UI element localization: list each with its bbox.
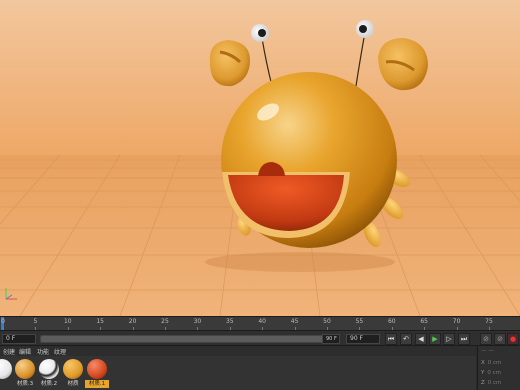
timeline-tick-label: 15 xyxy=(96,318,105,325)
play-button[interactable]: ▶ xyxy=(429,333,441,345)
menu-edit[interactable]: 编辑 xyxy=(19,347,31,356)
coord-y[interactable]: Y0 cm xyxy=(481,370,501,376)
material-ball xyxy=(87,359,107,379)
coord-z[interactable]: Z0 cm xyxy=(481,380,501,386)
menu-function[interactable]: 功能 xyxy=(37,347,49,356)
timeline-tick-label: 35 xyxy=(225,318,234,325)
timeline-tick-label: 25 xyxy=(161,318,169,325)
current-frame-field[interactable]: 0 F xyxy=(2,334,36,344)
material-menu-bar: 创建 编辑 功能 纹理 xyxy=(0,346,476,356)
crab-render xyxy=(0,0,520,316)
timeline-tick-label: 70 xyxy=(452,318,461,325)
timeline-tick-label: 0 xyxy=(1,318,5,325)
timeline-tick-label: 55 xyxy=(355,318,364,325)
material-swatch[interactable] xyxy=(0,359,14,390)
timeline-tick-label: 60 xyxy=(387,318,396,325)
menu-create[interactable]: 创建 xyxy=(3,347,15,356)
record-button[interactable]: ● xyxy=(507,333,519,345)
material-label: 材质.2 xyxy=(40,381,58,387)
range-slider[interactable] xyxy=(40,335,340,343)
material-ball xyxy=(39,359,59,379)
coord-header: — — xyxy=(481,348,494,354)
timeline-tick-label: 10 xyxy=(63,318,72,325)
prev-frame-button[interactable]: ◀ xyxy=(415,333,427,345)
transport-bar: 0 F 90 F 90 F ⏮ ↶ ◀ ▶ ▷ ⏭ ⊘ ⊘ ● xyxy=(0,330,520,346)
timeline-tick-label: 45 xyxy=(290,318,299,325)
axis-gizmo xyxy=(5,288,17,300)
menu-texture[interactable]: 纹理 xyxy=(54,347,66,356)
cinema4d-window: 0 5 10 15 20 25 30 35 40 45 50 55 60 65 70 75 0 F 90 F … xyxy=(0,0,520,390)
goto-start-button[interactable]: ⏮ xyxy=(385,333,397,345)
no-key-icon[interactable]: ⊘ xyxy=(494,333,506,345)
material-label: 材质 xyxy=(67,381,79,387)
prev-key-button[interactable]: ↶ xyxy=(400,333,412,345)
goto-end-button[interactable]: ⏭ xyxy=(458,333,470,345)
stop-record-icon[interactable]: ⊘ xyxy=(480,333,492,345)
material-swatch[interactable]: 材质 xyxy=(61,359,85,390)
material-manager: 创建 编辑 功能 纹理 材质.3 材质.2 材质 材质.1 xyxy=(0,346,476,390)
timeline-ruler[interactable]: 0 5 10 15 20 25 30 35 40 45 50 55 60 65 70 75 xyxy=(0,316,520,331)
range-end-inner: 90 F xyxy=(322,334,340,344)
material-swatch[interactable]: 材质.2 xyxy=(37,359,61,390)
material-label: 材质.3 xyxy=(16,381,34,387)
viewport[interactable] xyxy=(0,0,520,316)
next-frame-button[interactable]: ▷ xyxy=(443,333,455,345)
timeline-tick-label: 50 xyxy=(323,318,331,325)
coordinates-panel: — — X0 cm Y0 cm Z0 cm xyxy=(477,346,520,390)
material-swatch-selected[interactable]: 材质.1 xyxy=(85,359,109,390)
material-label: 材质.1 xyxy=(85,380,109,388)
timeline-tick-label: 65 xyxy=(420,318,429,325)
coord-x[interactable]: X0 cm xyxy=(481,360,501,366)
timeline-tick-label: 75 xyxy=(485,318,493,325)
material-ball xyxy=(15,359,35,379)
range-end-field[interactable]: 90 F xyxy=(346,334,380,344)
timeline-tick-label: 40 xyxy=(258,318,267,325)
material-swatch[interactable]: 材质.3 xyxy=(13,359,37,390)
timeline-tick-label: 5 xyxy=(33,318,38,325)
timeline-tick-label: 20 xyxy=(128,318,137,325)
material-ball xyxy=(0,359,12,379)
material-ball xyxy=(63,359,83,379)
timeline-tick-label: 30 xyxy=(193,318,202,325)
